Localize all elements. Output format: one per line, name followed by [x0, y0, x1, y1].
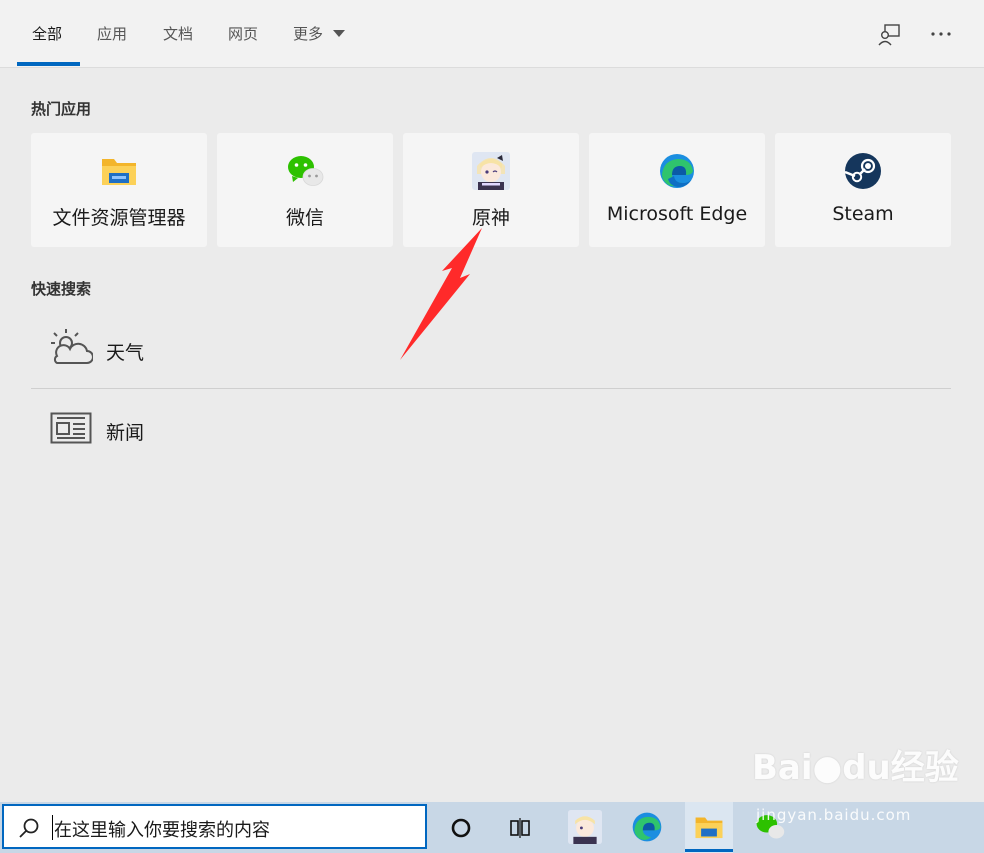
chevron-down-icon[interactable] — [333, 30, 345, 37]
section-title-quick-search: 快速搜索 — [31, 280, 92, 298]
app-tile-wechat[interactable]: 微信 — [217, 133, 393, 247]
app-label: 文件资源管理器 — [52, 207, 186, 229]
quick-search-weather[interactable]: 天气 — [31, 310, 951, 388]
search-input[interactable]: 在这里输入你要搜索的内容 — [54, 816, 270, 842]
divider — [31, 388, 951, 389]
quick-search-news[interactable]: 新闻 — [31, 390, 951, 468]
quick-label: 新闻 — [106, 422, 145, 444]
edge-taskbar-icon[interactable] — [631, 811, 663, 843]
more-options-icon[interactable] — [929, 27, 953, 41]
active-app-indicator — [685, 849, 733, 852]
search-icon — [19, 818, 39, 838]
task-view-icon[interactable] — [509, 816, 533, 840]
tab-bar: 全部 应用 文档 网页 更多 — [0, 0, 984, 68]
tab-documents[interactable]: 文档 — [163, 0, 193, 67]
tab-apps[interactable]: 应用 — [97, 0, 127, 67]
search-panel: 全部 应用 文档 网页 更多 热门应用 文件资源管理器 微信 原神 Micros… — [0, 0, 984, 802]
watermark-brand2: du — [842, 748, 891, 788]
taskbar-search-box[interactable]: 在这里输入你要搜索的内容 — [2, 804, 427, 849]
app-label: Microsoft Edge — [606, 203, 748, 225]
paw-icon: ● — [812, 748, 843, 788]
section-title-top-apps: 热门应用 — [31, 100, 92, 118]
steam-icon — [844, 153, 881, 189]
app-label: 微信 — [285, 207, 324, 229]
file-explorer-taskbar-icon[interactable] — [694, 812, 724, 842]
app-label: Steam — [832, 203, 894, 225]
tab-more[interactable]: 更多 — [293, 0, 323, 67]
text-cursor — [52, 815, 53, 840]
genshin-taskbar-icon[interactable] — [568, 810, 602, 844]
feedback-icon[interactable] — [877, 23, 901, 47]
app-tile-file-explorer[interactable]: 文件资源管理器 — [31, 133, 207, 247]
news-icon — [50, 412, 92, 444]
weather-icon — [51, 329, 93, 364]
wechat-icon — [288, 156, 324, 186]
folder-icon — [102, 159, 136, 185]
watermark-cn: 经验 — [890, 748, 959, 788]
watermark-url: jingyan.baidu.com — [756, 806, 912, 824]
quick-label: 天气 — [106, 342, 145, 364]
app-tile-edge[interactable]: Microsoft Edge — [589, 133, 765, 247]
tab-all[interactable]: 全部 — [32, 0, 62, 67]
watermark-brand: Bai — [752, 748, 813, 788]
baidu-watermark: Bai●du经验 — [752, 740, 959, 789]
cortana-icon[interactable] — [450, 817, 472, 839]
tab-web[interactable]: 网页 — [228, 0, 258, 67]
edge-icon — [660, 154, 694, 188]
app-tile-steam[interactable]: Steam — [775, 133, 951, 247]
genshin-icon — [472, 152, 510, 190]
active-tab-indicator — [17, 62, 80, 66]
